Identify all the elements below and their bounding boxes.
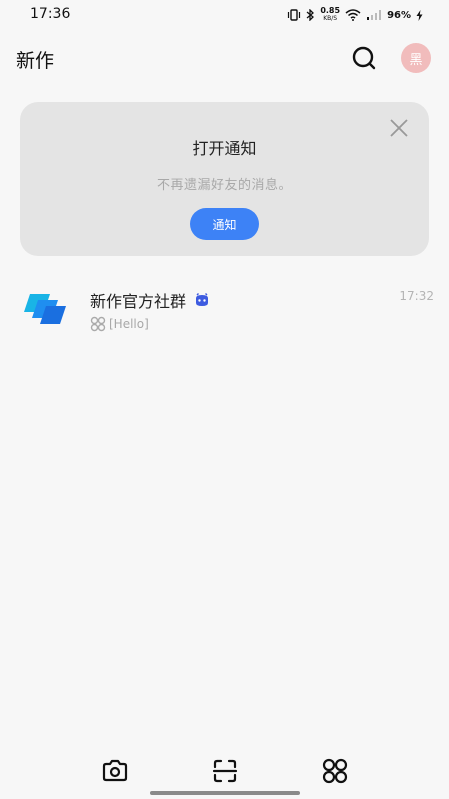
- app-grid-icon: [90, 316, 106, 332]
- avatar[interactable]: 黑: [401, 43, 431, 73]
- charging-icon: [416, 9, 423, 21]
- official-bot-icon: [196, 293, 209, 306]
- status-icons: 0.85 KB/S 96%: [287, 7, 423, 23]
- status-bar: 17:36 0.85 KB/S 96%: [0, 0, 449, 30]
- chat-list-item[interactable]: 新作官方社群 [Hello] 17:32: [0, 278, 449, 344]
- network-speed-unit: KB/S: [323, 15, 338, 22]
- chat-time: 17:32: [399, 289, 434, 303]
- search-icon[interactable]: [350, 44, 378, 72]
- status-time: 17:36: [30, 6, 71, 22]
- avatar-text: 黑: [409, 52, 423, 68]
- vibrate-icon: [288, 9, 301, 21]
- wifi-icon: [345, 9, 361, 21]
- scan-icon[interactable]: [210, 756, 240, 786]
- chat-name: 新作官方社群: [90, 288, 210, 312]
- bottom-toolbar: [0, 752, 449, 792]
- battery-level: 96%: [387, 9, 411, 21]
- camera-icon[interactable]: [100, 756, 130, 786]
- notice-description: 不再遗漏好友的消息。: [156, 178, 292, 193]
- chat-name-text: 新作官方社群: [90, 292, 187, 311]
- network-speed: 0.85 KB/S: [320, 7, 340, 23]
- network-speed-value: 0.85: [320, 6, 341, 15]
- signal-icon: [367, 10, 382, 20]
- app-header: 新作 黑: [0, 40, 449, 80]
- chat-preview: [Hello]: [90, 316, 149, 332]
- enable-notifications-button[interactable]: 通知: [190, 208, 259, 240]
- page-title: 新作: [16, 50, 55, 72]
- chat-preview-text: [Hello]: [109, 317, 149, 331]
- apps-icon[interactable]: [320, 756, 350, 786]
- notice-title: 打开通知: [192, 139, 257, 158]
- notification-prompt-card: 打开通知 不再遗漏好友的消息。 通知: [20, 102, 429, 256]
- bluetooth-icon: [306, 9, 315, 21]
- home-indicator[interactable]: [150, 791, 300, 795]
- group-logo-icon: [24, 294, 66, 324]
